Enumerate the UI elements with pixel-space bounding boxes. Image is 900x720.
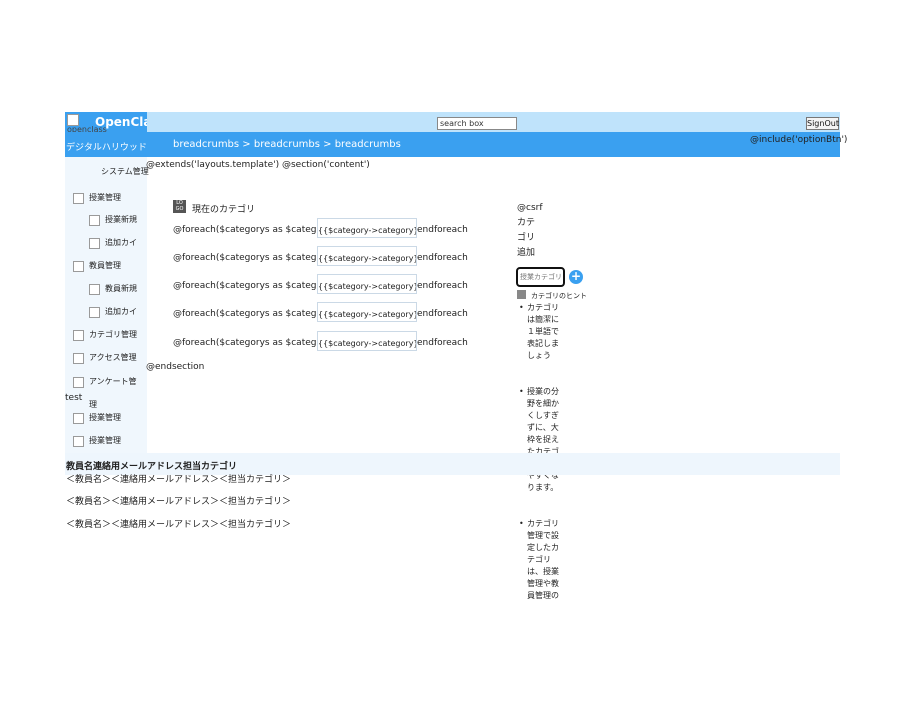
- broken-image-icon: [73, 261, 84, 272]
- logo-icon: LO GO: [173, 200, 186, 213]
- end-section-directive: @endsection: [146, 362, 205, 372]
- category-name-input[interactable]: [516, 267, 565, 287]
- sidebar-item-class[interactable]: 授業管理: [89, 192, 121, 203]
- loop-end: endforeach: [417, 253, 468, 263]
- category-row: @foreach($categorys as $catego: [173, 281, 322, 291]
- add-category-button[interactable]: +: [569, 270, 583, 284]
- broken-image-icon: [73, 413, 84, 424]
- template-directive: @extends('layouts.template') @section('c…: [146, 160, 370, 170]
- hint-item: 授業の分野を細かくしすぎずに、大枠を捉えたカテゴがわかりやすくなります。: [517, 386, 562, 494]
- sidebar-item-class-2[interactable]: 授業管理: [89, 412, 121, 423]
- broken-image-icon: [89, 238, 100, 249]
- loop-directive: @foreach($categorys as $catego: [173, 338, 322, 348]
- category-input[interactable]: {{$category->category}}: [317, 331, 417, 351]
- csrf-directive: @csrf: [517, 203, 543, 213]
- current-category-heading: 現在のカテゴリ: [192, 205, 256, 215]
- loop-directive: @foreach($categorys as $catego: [173, 281, 322, 291]
- broken-image-icon: [73, 330, 84, 341]
- broken-image-icon: [73, 436, 84, 447]
- table-row: ＜教員名＞＜連絡用メールアドレス＞＜担当カテゴリ＞: [66, 475, 292, 485]
- hint-item: カテゴリは簡潔に１単語で表記しましょう: [517, 302, 562, 362]
- category-row: @foreach($categorys as $catego: [173, 225, 322, 235]
- table-header: 教員名連絡用メールアドレス担当カテゴリ: [66, 462, 238, 472]
- category-row: @foreach($categorys as $catego: [173, 309, 322, 319]
- broken-image-icon: [89, 215, 100, 226]
- test-label: test: [65, 393, 83, 403]
- broken-image-icon: [73, 377, 84, 388]
- add-category-form: @csrf カテゴリ追加: [517, 201, 543, 261]
- signout-button[interactable]: SignOut: [806, 117, 839, 130]
- category-input[interactable]: {{$category->category}}: [317, 302, 417, 322]
- broken-image-icon: [73, 353, 84, 364]
- hint-title: カテゴリのヒント: [531, 292, 587, 300]
- sidebar-item-add-category-2[interactable]: 追加カイ: [105, 306, 137, 317]
- category-input[interactable]: {{$category->category}}: [317, 218, 417, 238]
- category-row: @foreach($categorys as $catego: [173, 338, 322, 348]
- logo[interactable]: openclass OpenClass: [65, 112, 147, 133]
- category-row: @foreach($categorys as $catego: [173, 253, 322, 263]
- sidebar-title: システム管理: [101, 167, 149, 176]
- search-input[interactable]: [437, 117, 517, 130]
- sidebar-item-class-new[interactable]: 授業新規: [105, 214, 137, 225]
- option-button-placeholder: @include('optionBtn'): [750, 135, 848, 145]
- loop-end: endforeach: [417, 225, 468, 235]
- loop-directive: @foreach($categorys as $catego: [173, 253, 322, 263]
- broken-image-icon: [89, 284, 100, 295]
- category-input[interactable]: {{$category->category}}: [317, 274, 417, 294]
- table-row: ＜教員名＞＜連絡用メールアドレス＞＜担当カテゴリ＞: [66, 520, 292, 530]
- loop-end: endforeach: [417, 309, 468, 319]
- loop-end: endforeach: [417, 338, 468, 348]
- sidebar-item-survey[interactable]: アンケート管: [89, 376, 137, 387]
- university-name: デジタルハリウッド大学: [66, 143, 146, 153]
- loop-directive: @foreach($categorys as $catego: [173, 309, 322, 319]
- hint-item: カテゴリ管理で設定したカテゴリは、授業管理や教員管理の: [517, 518, 562, 602]
- logo-text: OpenClass: [95, 115, 147, 129]
- sidebar-item-add-category[interactable]: 追加カイ: [105, 237, 137, 248]
- broken-image-icon: [89, 307, 100, 318]
- category-input[interactable]: {{$category->category}}: [317, 246, 417, 266]
- breadcrumb[interactable]: breadcrumbs > breadcrumbs > breadcrumbs: [173, 139, 401, 150]
- add-category-label: カテゴリ追加: [517, 218, 536, 258]
- hint-icon: [517, 290, 526, 299]
- broken-image-icon: [73, 193, 84, 204]
- sidebar-item-survey-cont[interactable]: 理: [89, 399, 97, 410]
- sidebar-item-teacher[interactable]: 教員管理: [89, 260, 121, 271]
- sidebar-item-teacher-new[interactable]: 教員新規: [105, 283, 137, 294]
- sidebar-item-access[interactable]: アクセス管理: [89, 352, 137, 363]
- loop-end: endforeach: [417, 281, 468, 291]
- sidebar-item-category[interactable]: カテゴリ管理: [89, 329, 137, 340]
- table-row: ＜教員名＞＜連絡用メールアドレス＞＜担当カテゴリ＞: [66, 497, 292, 507]
- loop-directive: @foreach($categorys as $catego: [173, 225, 322, 235]
- sidebar-item-class-3[interactable]: 授業管理: [89, 435, 121, 446]
